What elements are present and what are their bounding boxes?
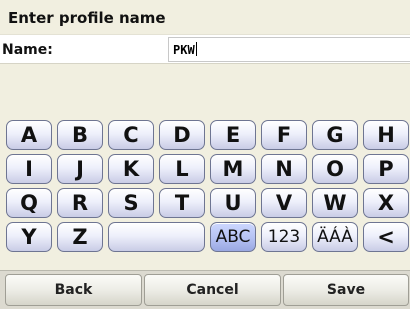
key-w[interactable]: W: [312, 188, 358, 218]
key-v[interactable]: V: [261, 188, 307, 218]
key-b[interactable]: B: [57, 120, 103, 150]
bottom-button-bar: Back Cancel Save: [0, 270, 410, 309]
cancel-button[interactable]: Cancel: [144, 274, 281, 306]
key-x[interactable]: X: [363, 188, 409, 218]
backspace-key[interactable]: <: [363, 222, 409, 252]
key-y[interactable]: Y: [6, 222, 52, 252]
name-input-value: PKW: [173, 43, 195, 57]
key-l[interactable]: L: [159, 154, 205, 184]
on-screen-keyboard: A B C D E F G H I J K L M N O P Q R S T …: [0, 64, 410, 269]
key-d[interactable]: D: [159, 120, 205, 150]
key-f[interactable]: F: [261, 120, 307, 150]
accents-mode-key[interactable]: ÄÁÀ: [312, 222, 358, 252]
name-row: Name: PKW: [0, 34, 410, 64]
key-n[interactable]: N: [261, 154, 307, 184]
dialog-header: Enter profile name: [0, 0, 410, 34]
key-m[interactable]: M: [210, 154, 256, 184]
key-z[interactable]: Z: [57, 222, 103, 252]
key-h[interactable]: H: [363, 120, 409, 150]
key-i[interactable]: I: [6, 154, 52, 184]
text-caret: [195, 42, 197, 56]
key-o[interactable]: O: [312, 154, 358, 184]
name-label: Name:: [2, 42, 53, 58]
key-c[interactable]: C: [108, 120, 154, 150]
key-e[interactable]: E: [210, 120, 256, 150]
key-q[interactable]: Q: [6, 188, 52, 218]
key-r[interactable]: R: [57, 188, 103, 218]
dialog-title: Enter profile name: [8, 9, 166, 27]
abc-mode-key[interactable]: ABC: [210, 222, 256, 252]
back-button[interactable]: Back: [5, 274, 142, 306]
space-key[interactable]: [108, 222, 205, 252]
numeric-mode-key[interactable]: 123: [261, 222, 307, 252]
key-s[interactable]: S: [108, 188, 154, 218]
key-a[interactable]: A: [6, 120, 52, 150]
save-button[interactable]: Save: [283, 274, 409, 306]
key-g[interactable]: G: [312, 120, 358, 150]
key-p[interactable]: P: [363, 154, 409, 184]
key-u[interactable]: U: [210, 188, 256, 218]
name-input[interactable]: PKW: [168, 37, 410, 62]
key-k[interactable]: K: [108, 154, 154, 184]
key-j[interactable]: J: [57, 154, 103, 184]
key-t[interactable]: T: [159, 188, 205, 218]
